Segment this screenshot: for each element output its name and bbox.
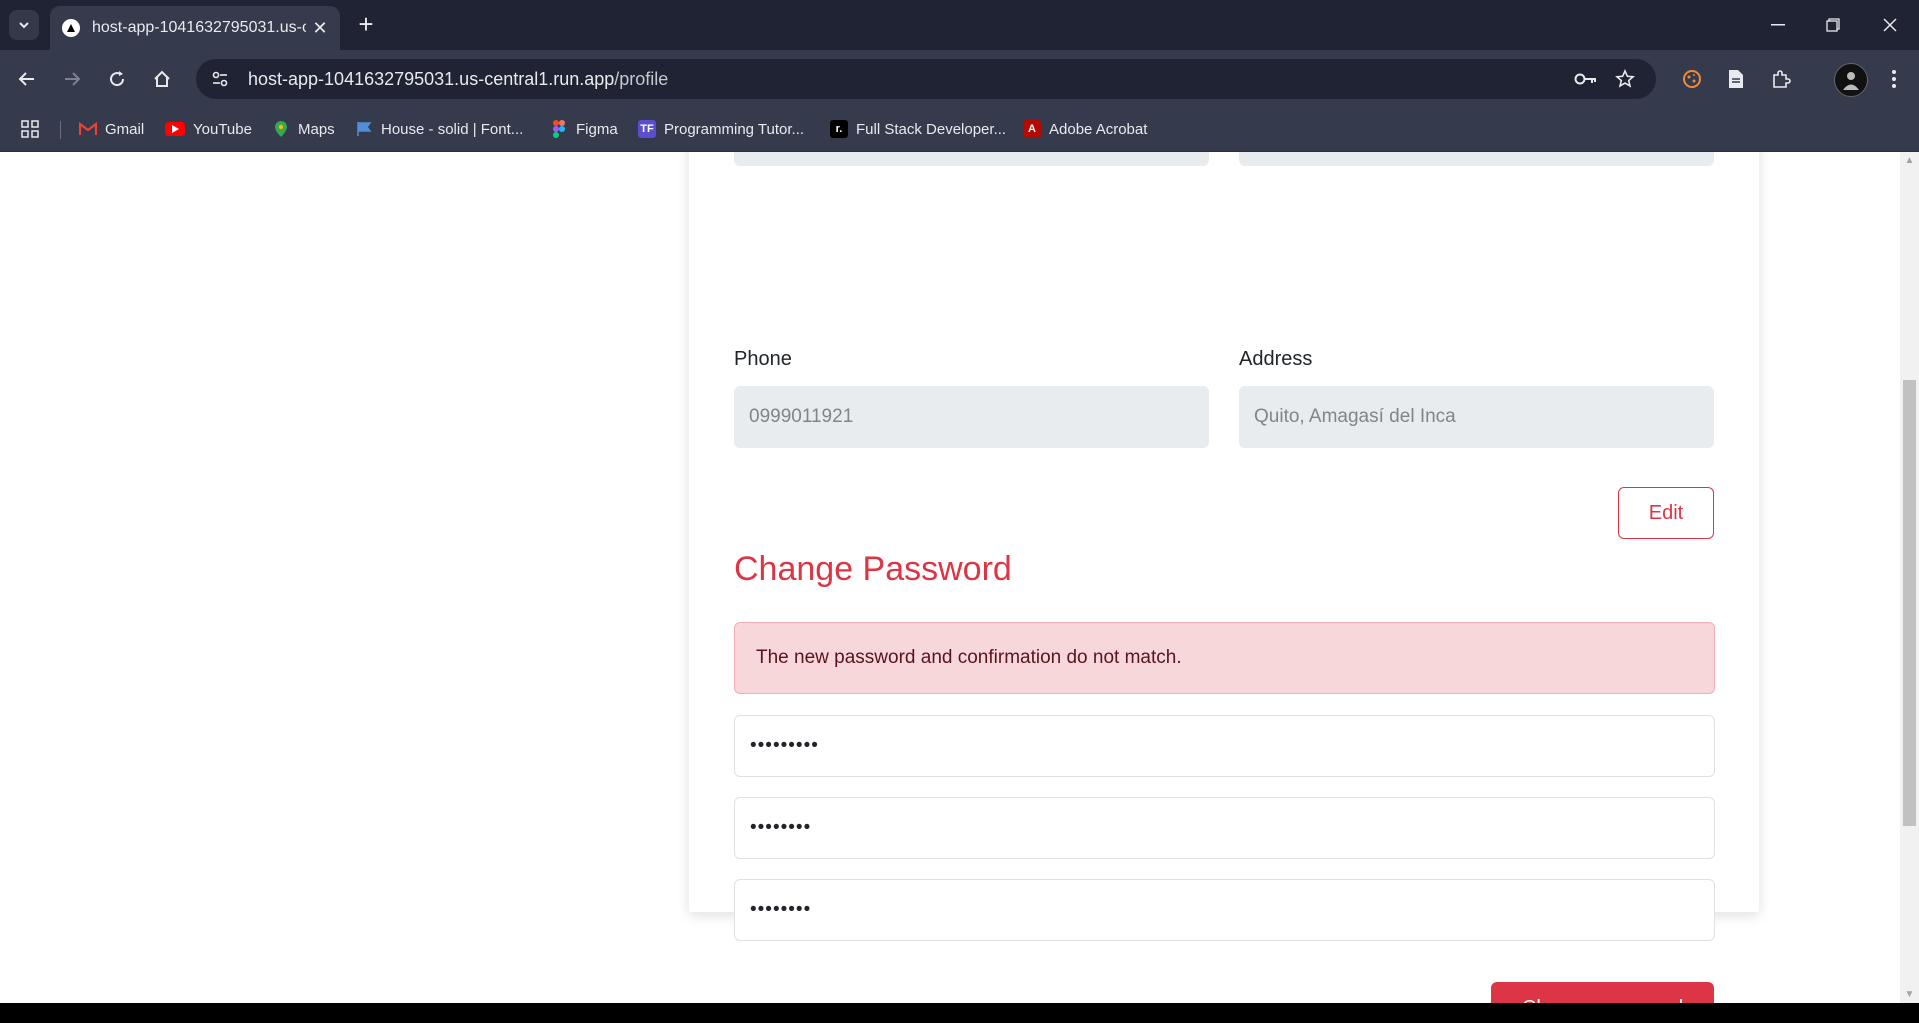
extensions-puzzle-icon[interactable] [1767, 65, 1795, 93]
confirm-password-input[interactable]: •••••••• [734, 879, 1715, 941]
password-key-icon[interactable] [1574, 59, 1598, 99]
address-field[interactable]: Quito, Amagasí del Inca [1239, 386, 1714, 448]
tab-strip: host-app-1041632795031.us-ce ✕ + [0, 0, 1919, 50]
arrow-right-icon [65, 72, 81, 86]
reload-icon [110, 71, 125, 87]
phone-field[interactable]: 0999011921 [734, 386, 1209, 448]
scrollbar-thumb[interactable] [1903, 380, 1916, 826]
bookmark-gmail[interactable]: Gmail [79, 116, 144, 142]
bookmark-label: Programming Tutor... [664, 120, 805, 138]
bookmark-star-icon[interactable] [1615, 59, 1635, 99]
edit-button[interactable]: Edit [1618, 487, 1714, 539]
change-password-button[interactable]: Change password [1491, 982, 1714, 1003]
profile-card: Phone Address 0999011921 Quito, Amagasí … [689, 152, 1759, 1003]
bookmark-label: House - solid | Font... [381, 120, 524, 138]
page-viewport: Phone Address 0999011921 Quito, Amagasí … [0, 152, 1900, 1003]
tab-close-icon[interactable]: ✕ [306, 14, 334, 42]
change-password-title: Change Password [734, 550, 1012, 588]
youtube-icon [165, 122, 185, 136]
bookmark-label: YouTube [193, 120, 252, 138]
scroll-up-arrow-icon[interactable]: ▲ [1900, 152, 1919, 169]
bookmark-label: Maps [298, 120, 335, 138]
new-password-input[interactable]: •••••••• [734, 797, 1715, 859]
page-scrollbar[interactable]: ▲ ▼ [1900, 152, 1919, 1003]
bookmark-maps[interactable]: Maps [272, 116, 335, 142]
home-button[interactable] [146, 63, 178, 95]
address-bar[interactable]: host-app-1041632795031.us-central1.run.a… [196, 59, 1656, 99]
bookmark-fullstack[interactable]: r. Full Stack Developer... [830, 116, 1006, 142]
bookmark-youtube[interactable]: YouTube [165, 116, 252, 142]
scroll-down-arrow-icon[interactable]: ▼ [1900, 986, 1919, 1003]
fullstack-icon: r. [830, 120, 848, 138]
bookmark-acrobat[interactable]: A Adobe Acrobat [1023, 116, 1147, 142]
browser-tab-active[interactable]: host-app-1041632795031.us-ce ✕ [50, 6, 340, 50]
url-text: host-app-1041632795031.us-central1.run.a… [248, 69, 668, 90]
bookmark-label: Gmail [105, 120, 145, 138]
apps-grid-icon[interactable] [20, 116, 40, 142]
current-password-input[interactable]: ••••••••• [734, 715, 1715, 777]
bookmarks-divider [60, 121, 61, 139]
figma-icon [550, 120, 568, 138]
profile-avatar[interactable] [1834, 63, 1868, 97]
previous-field-left[interactable] [734, 152, 1209, 166]
programming-icon: TF [638, 120, 656, 138]
close-icon [1883, 18, 1897, 32]
document-extension-icon[interactable] [1722, 65, 1750, 93]
restore-button[interactable] [1813, 10, 1853, 40]
new-tab-button[interactable]: + [352, 10, 380, 38]
home-icon [154, 70, 170, 87]
taskbar-edge [0, 1003, 1919, 1023]
bookmark-fontawesome[interactable]: House - solid | Font... [355, 116, 523, 142]
password-error-alert: The new password and confirmation do not… [734, 622, 1715, 694]
chevron-down-icon [19, 22, 29, 29]
url-host: host-app-1041632795031.us-central1.run.a… [248, 68, 615, 89]
fontawesome-icon [355, 120, 373, 138]
previous-field-right[interactable] [1239, 152, 1714, 166]
bookmark-programming[interactable]: TF Programming Tutor... [638, 116, 804, 142]
site-info-icon[interactable] [206, 65, 234, 93]
tab-search-button[interactable] [9, 10, 39, 40]
maps-icon [272, 120, 290, 138]
bookmark-label: Figma [576, 120, 618, 138]
cookie-extension-icon[interactable] [1678, 65, 1706, 93]
forward-button[interactable] [56, 63, 88, 95]
restore-icon [1826, 18, 1840, 32]
minimize-button[interactable] [1758, 10, 1798, 40]
bookmark-label: Adobe Acrobat [1049, 120, 1148, 138]
bookmark-label: Full Stack Developer... [856, 120, 1007, 138]
minimize-icon [1771, 24, 1785, 26]
tab-title: host-app-1041632795031.us-ce [92, 19, 306, 36]
back-button[interactable] [11, 63, 43, 95]
gmail-icon [79, 120, 97, 138]
close-window-button[interactable] [1870, 10, 1910, 40]
bookmark-figma[interactable]: Figma [550, 116, 618, 142]
address-label: Address [1239, 348, 1313, 370]
phone-label: Phone [734, 348, 792, 370]
url-path: /profile [614, 68, 669, 89]
triangle-favicon-icon [62, 19, 80, 37]
browser-menu-icon[interactable] [1880, 65, 1908, 93]
reload-button[interactable] [101, 63, 133, 95]
bookmarks-bar: Gmail YouTube Maps House - solid | Font.… [0, 108, 1919, 152]
arrow-left-icon [18, 72, 34, 86]
browser-toolbar: host-app-1041632795031.us-central1.run.a… [0, 50, 1919, 108]
acrobat-icon: A [1023, 120, 1041, 138]
